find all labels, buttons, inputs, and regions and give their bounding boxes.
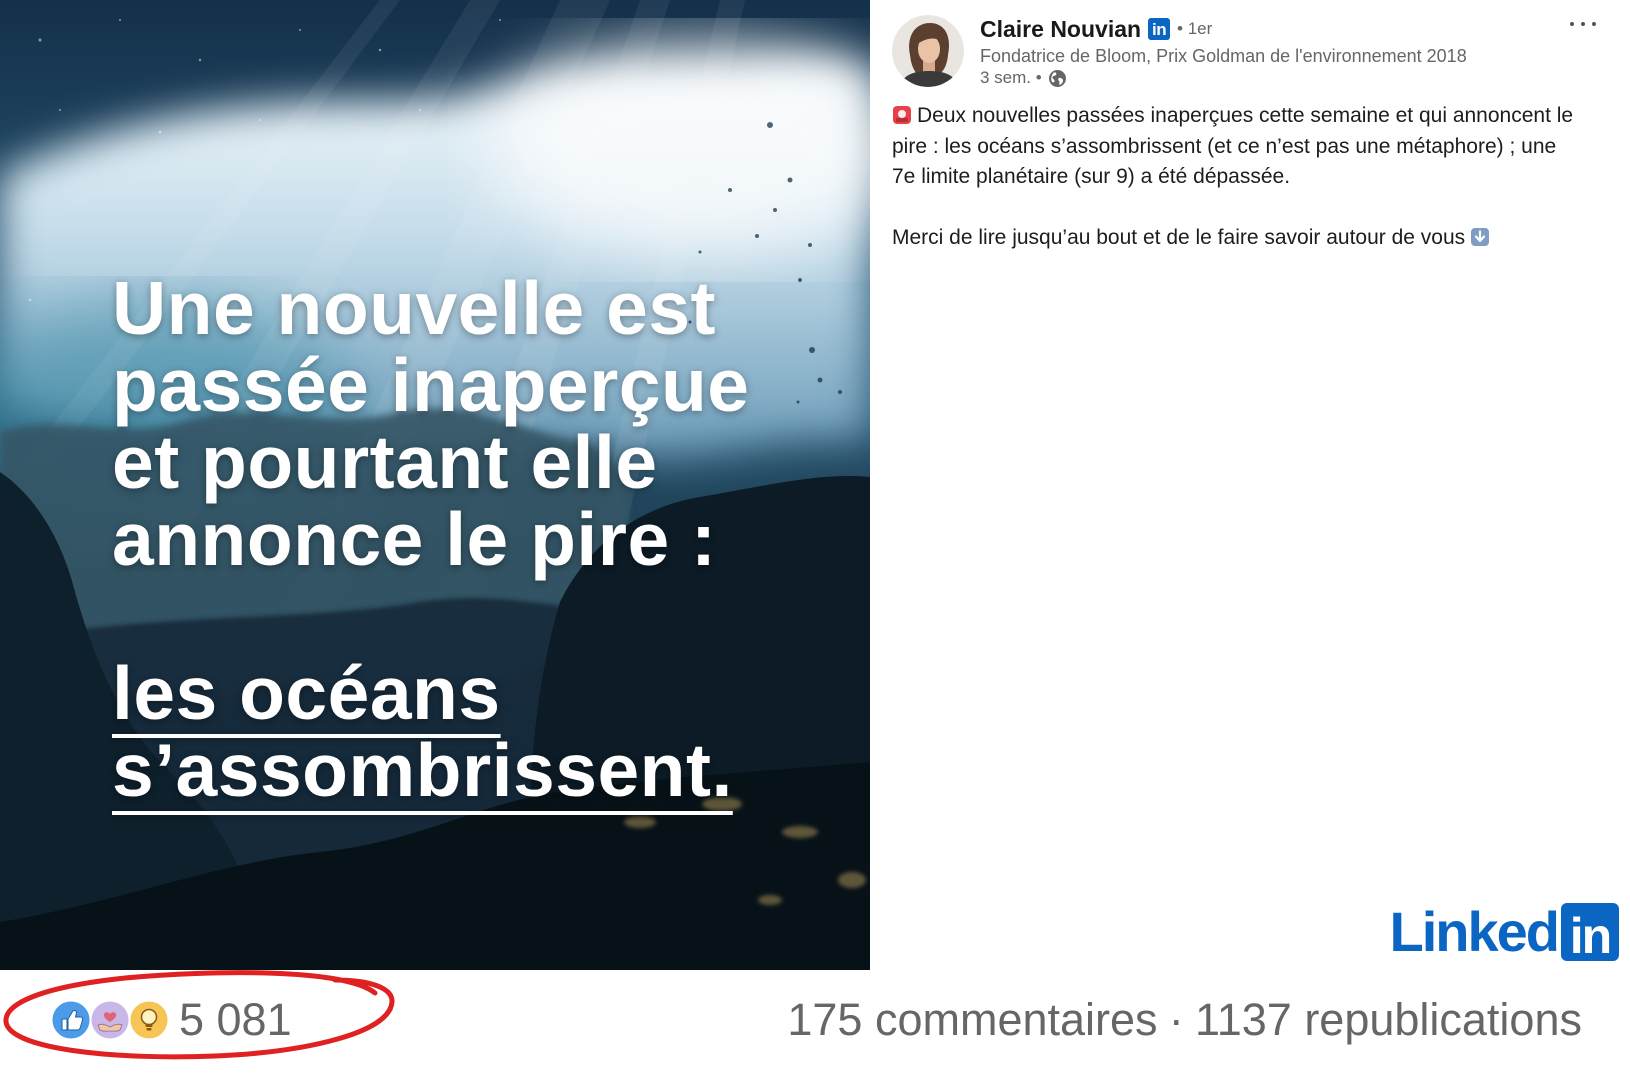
image-headline-line: annonce le pire : [112, 497, 717, 581]
image-highlight-line: les océans [112, 655, 750, 732]
author-name-row: Claire Nouvian in • 1er [980, 15, 1212, 43]
post-time-row: 3 sem. • [980, 66, 1067, 90]
reposts-count[interactable]: 1137 republications [1195, 994, 1582, 1045]
author-name[interactable]: Claire Nouvian [980, 15, 1141, 43]
rotating-light-icon [892, 105, 912, 125]
support-icon [89, 999, 131, 1041]
post-text-line: Deux nouvelles passées inaperçues cette … [892, 101, 1602, 132]
post-text-segment: Merci de lire jusqu’au bout et de le fai… [892, 226, 1466, 249]
image-headline-line: Une nouvelle est [112, 266, 717, 350]
author-avatar[interactable] [892, 15, 964, 87]
image-headline-line: passée inaperçue [112, 343, 750, 427]
reaction-count[interactable]: 5 081 [179, 994, 292, 1046]
linkedin-logo-word: Linked [1389, 900, 1560, 963]
separator-dot: · [1168, 994, 1184, 1045]
post-text-line: Merci de lire jusqu’au bout et de le fai… [892, 223, 1602, 254]
post-text-line: pire : les océans s’assombrissent (et ce… [892, 134, 1557, 158]
linkedin-badge-icon: in [1148, 18, 1171, 40]
post-text-line: 7e limite planétaire (sur 9) a été dépas… [892, 165, 1291, 188]
image-highlight-text: s’assombrissent. [112, 728, 733, 812]
globe-icon [1048, 69, 1067, 88]
post-text-blank-line [892, 193, 1602, 224]
engagement-summary: 175 commentaires · 1137 republications [787, 994, 1582, 1046]
post-image[interactable]: Une nouvelle est passée inaperçue et pou… [0, 0, 870, 970]
author-headline: Fondatrice de Bloom, Prix Goldman de l'e… [980, 46, 1467, 66]
image-headline-spacer [112, 578, 750, 655]
post-text-segment: Deux nouvelles passées inaperçues cette … [917, 104, 1574, 127]
image-headline-line: et pourtant elle [112, 420, 658, 504]
connection-degree: • 1er [1177, 19, 1213, 38]
reactions-summary[interactable]: 5 081 [50, 994, 292, 1046]
comments-count[interactable]: 175 commentaires [787, 994, 1157, 1045]
post-time[interactable]: 3 sem. • [980, 66, 1042, 90]
post-text: Deux nouvelles passées inaperçues cette … [892, 101, 1602, 254]
image-highlight-text: les océans [112, 651, 501, 735]
linkedin-logo-box: in [1561, 903, 1619, 964]
image-headline: Une nouvelle est passée inaperçue et pou… [112, 270, 750, 809]
linkedin-logo: Linked in [1389, 900, 1619, 964]
image-highlight-line: s’assombrissent. [112, 732, 750, 809]
down-arrow-icon [1470, 227, 1490, 247]
insightful-icon [128, 999, 170, 1041]
more-options-icon[interactable] [1570, 20, 1596, 28]
like-icon [50, 999, 92, 1041]
